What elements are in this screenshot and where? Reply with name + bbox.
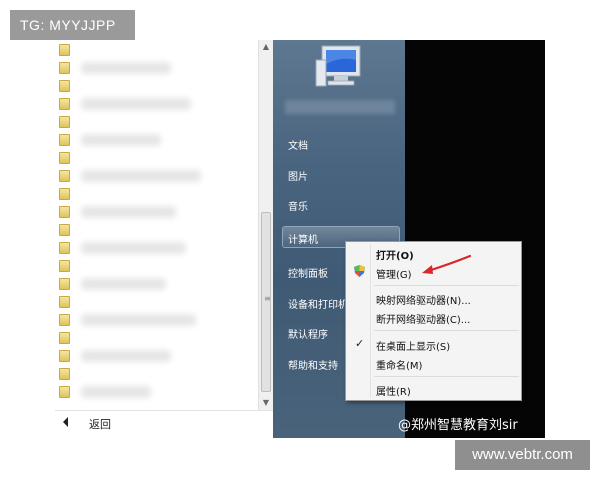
folder-icon[interactable]: [59, 332, 70, 344]
context-item-manage[interactable]: 管理(G): [376, 266, 412, 281]
folder-icon[interactable]: [59, 296, 70, 308]
attribution-text: @郑州智慧教育刘sir: [398, 418, 518, 433]
menu-item-music[interactable]: 音乐: [288, 198, 308, 213]
menu-gutter: [370, 244, 371, 398]
menu-item-computer[interactable]: 计算机: [288, 231, 318, 246]
folder-icon[interactable]: [59, 386, 70, 398]
menu-separator: [374, 376, 519, 377]
context-item-map-network-drive[interactable]: 映射网络驱动器(N)...: [376, 292, 471, 307]
watermark-bottom-right: www.vebtr.com: [455, 440, 590, 470]
context-item-open[interactable]: 打开(O): [376, 247, 414, 262]
blurred-program-entry[interactable]: [81, 242, 186, 254]
menu-item-devices-printers[interactable]: 设备和打印机: [288, 296, 348, 311]
menu-separator: [374, 285, 519, 286]
user-name-blurred: [285, 100, 395, 114]
scroll-up-arrow-icon[interactable]: ▲: [259, 40, 273, 54]
folder-icon[interactable]: [59, 242, 70, 254]
folder-icon[interactable]: [59, 350, 70, 362]
folder-icon[interactable]: [59, 206, 70, 218]
folder-icon[interactable]: [59, 224, 70, 236]
program-list-scrollbar[interactable]: ▲ ≡ ▼: [258, 40, 273, 410]
checkmark-icon: ✓: [355, 337, 365, 350]
blurred-program-entry[interactable]: [81, 206, 176, 218]
folder-icon[interactable]: [59, 314, 70, 326]
blurred-program-entry[interactable]: [81, 314, 196, 326]
watermark-top-left: TG: MYYJJPP: [10, 10, 135, 40]
scroll-down-arrow-icon[interactable]: ▼: [259, 396, 273, 410]
blurred-program-entry[interactable]: [81, 62, 171, 74]
menu-item-help-support[interactable]: 帮助和支持: [288, 357, 338, 372]
menu-item-documents[interactable]: 文档: [288, 137, 308, 152]
folder-icon[interactable]: [59, 134, 70, 146]
context-item-properties[interactable]: 属性(R): [376, 383, 411, 398]
computer-monitor-icon: [315, 45, 361, 87]
folder-icon[interactable]: [59, 188, 70, 200]
shield-icon: [354, 265, 365, 277]
back-arrow-icon: [63, 417, 68, 427]
context-item-rename[interactable]: 重命名(M): [376, 357, 422, 372]
folder-icon[interactable]: [59, 80, 70, 92]
blurred-program-entry[interactable]: [81, 350, 171, 362]
back-label: 返回: [89, 418, 111, 431]
blurred-program-entry[interactable]: [81, 170, 201, 182]
blurred-program-entry[interactable]: [81, 98, 191, 110]
context-item-show-on-desktop[interactable]: 在桌面上显示(S): [376, 338, 450, 353]
scroll-thumb[interactable]: ≡: [261, 212, 271, 392]
folder-icon[interactable]: [59, 62, 70, 74]
menu-item-default-programs[interactable]: 默认程序: [288, 326, 328, 341]
blurred-program-entry[interactable]: [81, 386, 151, 398]
context-item-disconnect-network-drive[interactable]: 断开网络驱动器(C)...: [376, 311, 470, 326]
grip-icon: ≡: [264, 294, 271, 303]
folder-icon[interactable]: [59, 170, 70, 182]
folder-icon[interactable]: [59, 44, 70, 56]
red-arrow-icon: [422, 254, 472, 274]
folder-icon[interactable]: [59, 152, 70, 164]
menu-item-pictures[interactable]: 图片: [288, 168, 308, 183]
folder-icon[interactable]: [59, 98, 70, 110]
blurred-program-entry[interactable]: [81, 278, 166, 290]
folder-icon[interactable]: [59, 278, 70, 290]
program-list-panel: ▲ ≡ ▼: [55, 40, 273, 410]
menu-separator: [374, 330, 519, 331]
menu-item-control-panel[interactable]: 控制面板: [288, 265, 328, 280]
folder-icon[interactable]: [59, 260, 70, 272]
folder-icon[interactable]: [59, 368, 70, 380]
blurred-program-entry[interactable]: [81, 134, 161, 146]
back-button[interactable]: 返回: [55, 410, 273, 438]
folder-icon[interactable]: [59, 116, 70, 128]
folder-icon-column: [59, 44, 71, 404]
